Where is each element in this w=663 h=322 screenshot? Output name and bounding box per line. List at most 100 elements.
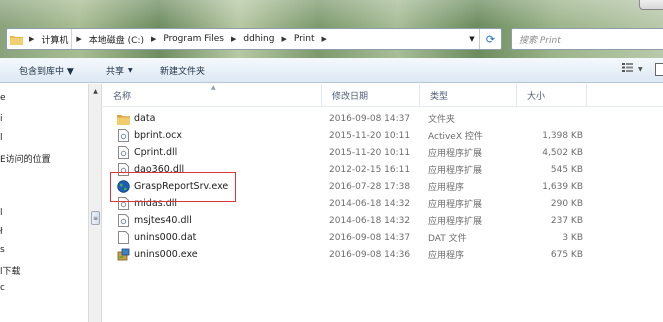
- column-header-name-label: 名称: [113, 91, 132, 102]
- file-row-bprint-ocx[interactable]: bprint.ocx 2015-11-20 10:11 ActiveX 控件 1…: [103, 127, 663, 144]
- file-row-unins000-exe[interactable]: unins000.exe 2016-09-08 14:36 应用程序 675 K…: [103, 246, 663, 263]
- change-view-button[interactable]: ▼: [622, 63, 643, 75]
- search-input[interactable]: 搜索 Print: [511, 28, 663, 50]
- address-bar-area: ▶ 计算机 ▶ 本地磁盘 (C:) ▶ Program Files ▶ ddhi…: [0, 0, 663, 58]
- include-in-library-button[interactable]: 包含到库中 ▼: [19, 64, 74, 77]
- chevron-down-icon: ▼: [638, 65, 643, 73]
- file-size: 1,639 KB: [542, 181, 583, 192]
- nav-pane-scrollbar[interactable]: ▲ ≡: [88, 84, 102, 322]
- file-row-unins000-dat[interactable]: unins000.dat 2016-09-08 14:37 DAT 文件 3 K…: [103, 229, 663, 246]
- view-list-icon: [622, 63, 633, 75]
- file-size: 545 KB: [550, 164, 583, 175]
- file-type: ActiveX 控件: [428, 132, 483, 142]
- file-date: 2016-09-08 14:36: [329, 249, 411, 260]
- chevron-right-icon[interactable]: ▶: [25, 35, 38, 43]
- nav-item[interactable]: l: [0, 208, 3, 218]
- file-name: msjtes40.dll: [134, 215, 192, 226]
- file-type: 应用程序扩展: [428, 166, 483, 176]
- file-type: DAT 文件: [428, 234, 467, 244]
- file-name-cell: Cprint.dll: [117, 144, 317, 161]
- new-folder-button[interactable]: 新建文件夹: [160, 64, 205, 77]
- refresh-icon[interactable]: ⟳: [479, 29, 501, 49]
- file-row-data[interactable]: data 2016-09-08 14:37 文件夹: [103, 110, 663, 127]
- breadcrumb-print[interactable]: Print: [291, 29, 318, 49]
- file-row-midas-dll[interactable]: midas.dll 2014-06-18 14:32 应用程序扩展 290 KB: [103, 195, 663, 212]
- column-header-date-label: 修改日期: [332, 91, 369, 102]
- file-size: 4,502 KB: [542, 147, 583, 158]
- file-name-cell: GraspReportSrv.exe: [117, 178, 317, 195]
- column-header-type[interactable]: 类型: [420, 84, 517, 106]
- dll-file-icon: [117, 146, 130, 159]
- file-row-cprint-dll[interactable]: Cprint.dll 2015-11-20 10:11 应用程序扩展 4,502…: [103, 144, 663, 161]
- file-type: 文件夹: [428, 115, 456, 125]
- dll-file-icon: [117, 197, 130, 210]
- nav-item[interactable]: ł: [0, 227, 3, 237]
- file-date: 2016-09-08 14:37: [329, 113, 411, 124]
- chevron-right-icon[interactable]: ▶: [72, 35, 85, 43]
- column-header-size[interactable]: 大小: [517, 84, 587, 106]
- file-name-cell: unins000.exe: [117, 246, 317, 263]
- nav-item[interactable]: l: [0, 133, 3, 143]
- address-bar[interactable]: ▶ 计算机 ▶ 本地磁盘 (C:) ▶ Program Files ▶ ddhi…: [6, 28, 502, 50]
- file-name: bprint.ocx: [134, 130, 183, 141]
- breadcrumb-ddhing[interactable]: ddhing: [240, 29, 277, 49]
- file-name: GraspReportSrv.exe: [134, 181, 229, 192]
- chevron-down-icon: ▼: [128, 67, 133, 74]
- nav-item-recent-places[interactable]: E访问的位置: [0, 152, 51, 165]
- file-type: 应用程序扩展: [428, 200, 483, 210]
- folder-icon: [117, 112, 130, 125]
- file-list: 名称 ▲ 修改日期 类型 大小 data 2016-09-08 14:37 文件…: [103, 84, 663, 322]
- command-bar: 包含到库中 ▼ 共享 ▼ 新建文件夹 ▼: [0, 58, 663, 83]
- address-folder-icon: [7, 28, 25, 50]
- file-name: midas.dll: [134, 198, 178, 209]
- chevron-right-icon[interactable]: ▶: [318, 35, 331, 43]
- chevron-right-icon[interactable]: ▶: [277, 35, 290, 43]
- activex-file-icon: [117, 129, 130, 142]
- file-size: 237 KB: [550, 215, 583, 226]
- file-size: 290 KB: [550, 198, 583, 209]
- breadcrumb-local-disk[interactable]: 本地磁盘 (C:): [86, 29, 147, 49]
- sort-ascending-icon: ▲: [211, 84, 216, 91]
- header-divider: [103, 106, 663, 107]
- file-size: [517, 110, 583, 127]
- nav-item[interactable]: e: [0, 93, 6, 103]
- scroll-up-icon[interactable]: ▲: [90, 85, 101, 97]
- file-row-graspreportsrv-exe[interactable]: GraspReportSrv.exe 2016-07-28 17:38 应用程序…: [103, 178, 663, 195]
- file-name-cell: data: [117, 110, 317, 127]
- file-type: 应用程序扩展: [428, 149, 483, 159]
- file-type: 应用程序: [428, 251, 465, 261]
- share-button[interactable]: 共享 ▼: [106, 64, 133, 77]
- file-date: 2015-11-20 10:11: [329, 130, 411, 141]
- chevron-right-icon[interactable]: ▶: [147, 35, 160, 43]
- file-name-cell: msjtes40.dll: [117, 212, 317, 229]
- nav-item-downloads[interactable]: l下载: [0, 264, 21, 277]
- file-date: 2014-06-18 14:32: [329, 198, 411, 209]
- nav-item[interactable]: s: [0, 245, 5, 255]
- file-name: dao360.dll: [134, 164, 185, 175]
- nav-item[interactable]: i: [0, 114, 3, 124]
- file-name: Cprint.dll: [134, 147, 178, 158]
- preview-pane-icon[interactable]: [655, 63, 663, 76]
- blank-file-icon: [117, 231, 130, 244]
- file-date: 2015-11-20 10:11: [329, 147, 411, 158]
- file-name: unins000.exe: [134, 249, 198, 260]
- file-date: 2012-02-15 16:11: [329, 164, 411, 175]
- breadcrumb-computer[interactable]: 计算机: [38, 29, 73, 49]
- file-row-msjtes40-dll[interactable]: msjtes40.dll 2014-06-18 14:32 应用程序扩展 237…: [103, 212, 663, 229]
- window-control-button[interactable]: [639, 0, 663, 10]
- file-type: 应用程序: [428, 183, 465, 193]
- file-name: data: [134, 113, 156, 124]
- scrollbar-thumb[interactable]: ≡: [91, 211, 100, 225]
- column-header-date[interactable]: 修改日期: [322, 84, 420, 106]
- address-dropdown-icon[interactable]: ▼: [465, 29, 479, 49]
- breadcrumb-program-files[interactable]: Program Files: [160, 29, 227, 49]
- file-date: 2016-09-08 14:37: [329, 232, 411, 243]
- chevron-right-icon[interactable]: ▶: [227, 35, 240, 43]
- nav-item[interactable]: c: [0, 283, 5, 293]
- installer-exe-icon: [117, 248, 130, 261]
- file-row-dao360-dll[interactable]: dao360.dll 2012-02-15 16:11 应用程序扩展 545 K…: [103, 161, 663, 178]
- dll-file-icon: [117, 163, 130, 176]
- file-size: 1,398 KB: [542, 130, 583, 141]
- file-name-cell: midas.dll: [117, 195, 317, 212]
- dll-file-icon: [117, 214, 130, 227]
